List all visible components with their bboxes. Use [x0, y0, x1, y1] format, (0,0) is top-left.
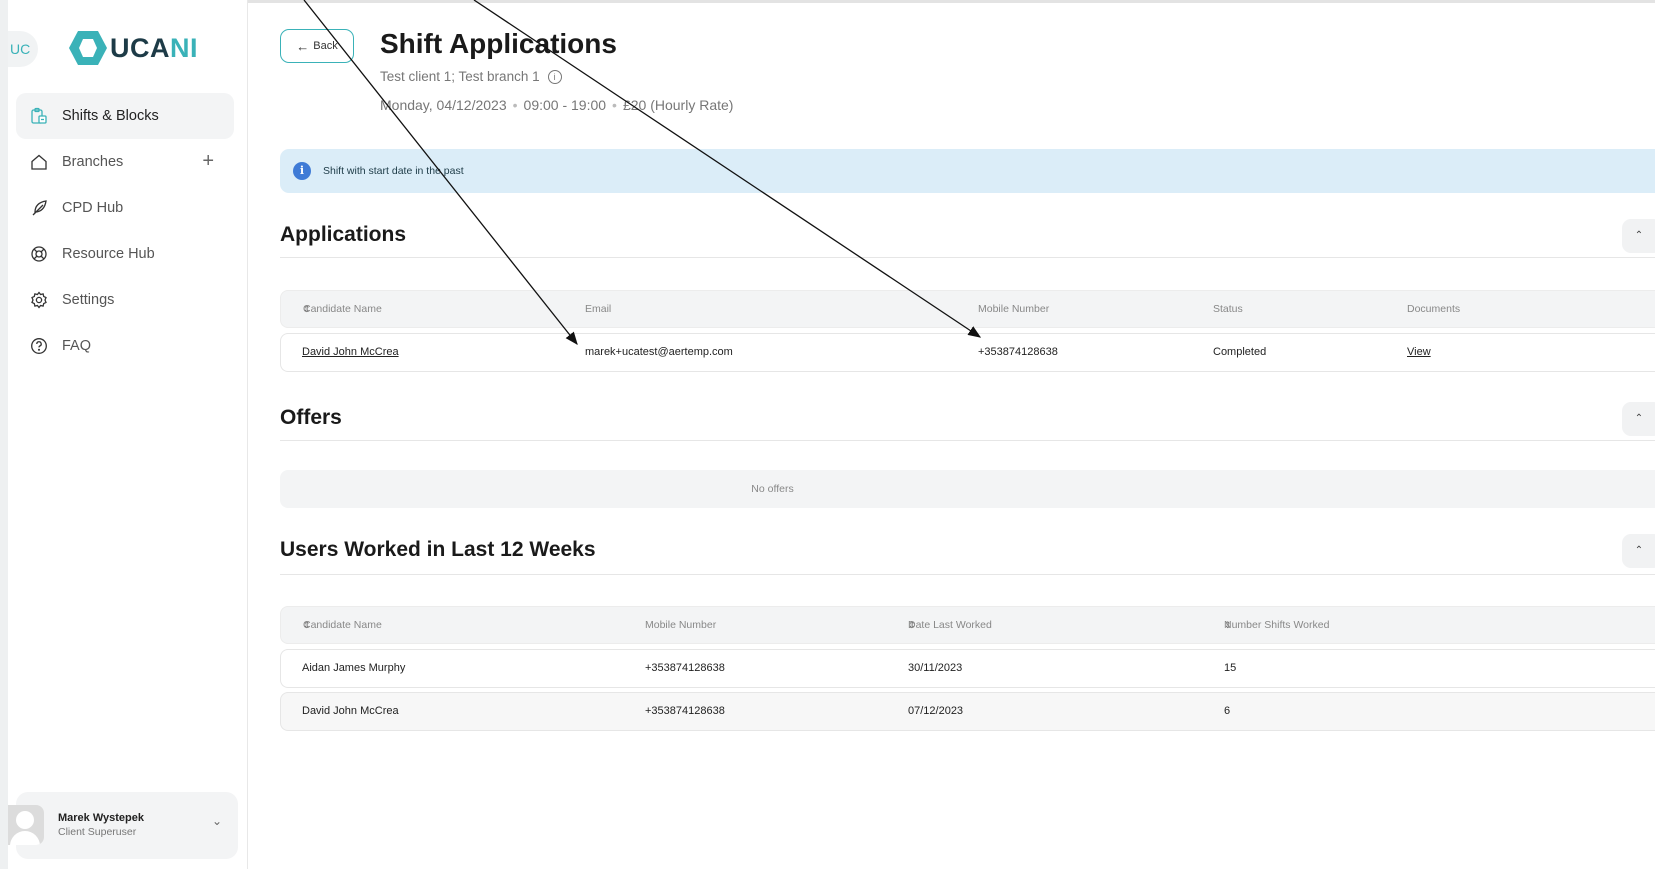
section-divider: [280, 257, 1655, 258]
shift-meta: Monday, 04/12/2023 • 09:00 - 19:00 • £20 (Ho…: [380, 97, 733, 113]
mobile-cell: +353874128638: [645, 662, 725, 674]
org-badge[interactable]: UC: [8, 31, 38, 67]
view-documents-link[interactable]: View: [1407, 334, 1431, 370]
sidebar-item-label: Shifts & Blocks: [62, 108, 159, 124]
sidebar-item-label: Branches: [62, 154, 124, 170]
table-row: David John McCrea marek+ucatest@aertemp.…: [280, 333, 1655, 372]
separator-dot: •: [612, 97, 617, 113]
info-icon[interactable]: i: [547, 69, 562, 84]
column-header-email: Email: [585, 303, 612, 315]
sidebar-item-label: FAQ: [62, 338, 92, 354]
ucani-logo[interactable]: UCANI: [68, 28, 198, 68]
column-header-status: Status: [1213, 303, 1243, 315]
mobile-cell: +353874128638: [978, 346, 1058, 358]
add-branch-button[interactable]: +: [202, 151, 214, 171]
collapse-offers-button[interactable]: ⌃: [1622, 402, 1655, 436]
count-cell: 15: [1224, 662, 1237, 674]
past-shift-alert: i Shift with start date in the past: [280, 149, 1655, 193]
collapse-applications-button[interactable]: ⌃: [1622, 219, 1655, 253]
separator-dot: •: [512, 97, 518, 113]
email-cell: marek+ucatest@aertemp.com: [585, 346, 733, 358]
hexagon-logo-icon: [69, 31, 107, 65]
sidebar-item-faq[interactable]: FAQ: [16, 323, 234, 369]
home-icon: [29, 152, 49, 172]
candidate-name-link[interactable]: David John McCrea: [302, 334, 399, 370]
date-cell: 07/12/2023: [908, 705, 964, 717]
user-menu[interactable]: Marek Wystepek Client Superuser ⌄: [8, 792, 238, 859]
sidebar-item-cpd-hub[interactable]: CPD Hub: [16, 185, 234, 231]
user-name: Marek Wystepek: [58, 812, 145, 824]
client-branch-line: Test client 1; Test branch 1 i: [380, 69, 562, 84]
candidate-name-cell: David John McCrea: [302, 705, 399, 717]
count-cell: 6: [1224, 705, 1231, 717]
sidebar-item-shifts[interactable]: Shifts & Blocks: [16, 93, 234, 139]
top-divider: [248, 0, 1655, 3]
sidebar-item-settings[interactable]: Settings: [16, 277, 234, 323]
table-row: Aidan James Murphy +353874128638 30/11/2…: [280, 649, 1655, 688]
column-header-mobile: Mobile Number: [645, 619, 717, 631]
sidebar: UC UCANI Shifts & Blocks Branches + CPD …: [8, 0, 248, 869]
page-title: Shift Applications: [380, 28, 617, 59]
question-icon: [29, 336, 49, 356]
window-edge: [0, 0, 8, 869]
shifts-icon: [29, 106, 49, 126]
applications-title: Applications: [280, 223, 407, 246]
users-worked-table-header: ⇕ Candidate Name Mobile Number ⇕ Date Last…: [280, 606, 1655, 644]
shift-time: 09:00 - 19:00: [523, 97, 607, 113]
status-cell: Completed: [1213, 346, 1267, 358]
avatar: [8, 805, 44, 845]
offers-empty-state: No offers: [280, 470, 1655, 508]
shift-rate: £20 (Hourly Rate): [622, 97, 734, 113]
gear-icon: [29, 290, 49, 310]
candidate-name-cell: Aidan James Murphy: [302, 662, 406, 674]
table-row: David John McCrea +353874128638 07/12/20…: [280, 692, 1655, 731]
sidebar-item-label: Settings: [62, 292, 115, 308]
sidebar-item-label: CPD Hub: [62, 200, 124, 216]
client-branch-text: Test client 1; Test branch 1: [380, 69, 540, 84]
applications-table-header: ⇕ Candidate Name Email Mobile Number Stat…: [280, 290, 1655, 328]
mobile-cell: +353874128638: [645, 705, 725, 717]
sidebar-item-branches[interactable]: Branches +: [16, 139, 234, 185]
back-button[interactable]: ← Back: [280, 29, 354, 63]
arrow-left-icon: ←: [296, 38, 310, 54]
feather-icon: [29, 198, 49, 218]
users-worked-title: Users Worked in Last 12 Weeks: [280, 538, 596, 561]
alert-text: Shift with start date in the past: [323, 165, 464, 177]
sidebar-item-resource-hub[interactable]: Resource Hub: [16, 231, 234, 277]
lifebuoy-icon: [29, 244, 49, 264]
section-divider: [280, 574, 1655, 575]
shift-date: Monday, 04/12/2023: [380, 97, 507, 113]
column-header-mobile: Mobile Number: [978, 303, 1050, 315]
section-divider: [280, 440, 1655, 441]
logo-wordmark: UCANI: [110, 32, 198, 63]
sidebar-item-label: Resource Hub: [62, 246, 155, 262]
offers-title: Offers: [280, 406, 342, 429]
column-header-documents: Documents: [1407, 303, 1461, 315]
user-role: Client Superuser: [58, 826, 137, 838]
back-label: Back: [313, 40, 338, 52]
sidebar-nav: Shifts & Blocks Branches + CPD Hub Resou…: [16, 93, 234, 369]
info-icon: i: [293, 162, 311, 180]
chevron-down-icon[interactable]: ⌄: [212, 814, 222, 828]
date-cell: 30/11/2023: [908, 662, 963, 674]
annotation-arrows: [303, 0, 982, 346]
collapse-users-worked-button[interactable]: ⌃: [1622, 534, 1655, 568]
